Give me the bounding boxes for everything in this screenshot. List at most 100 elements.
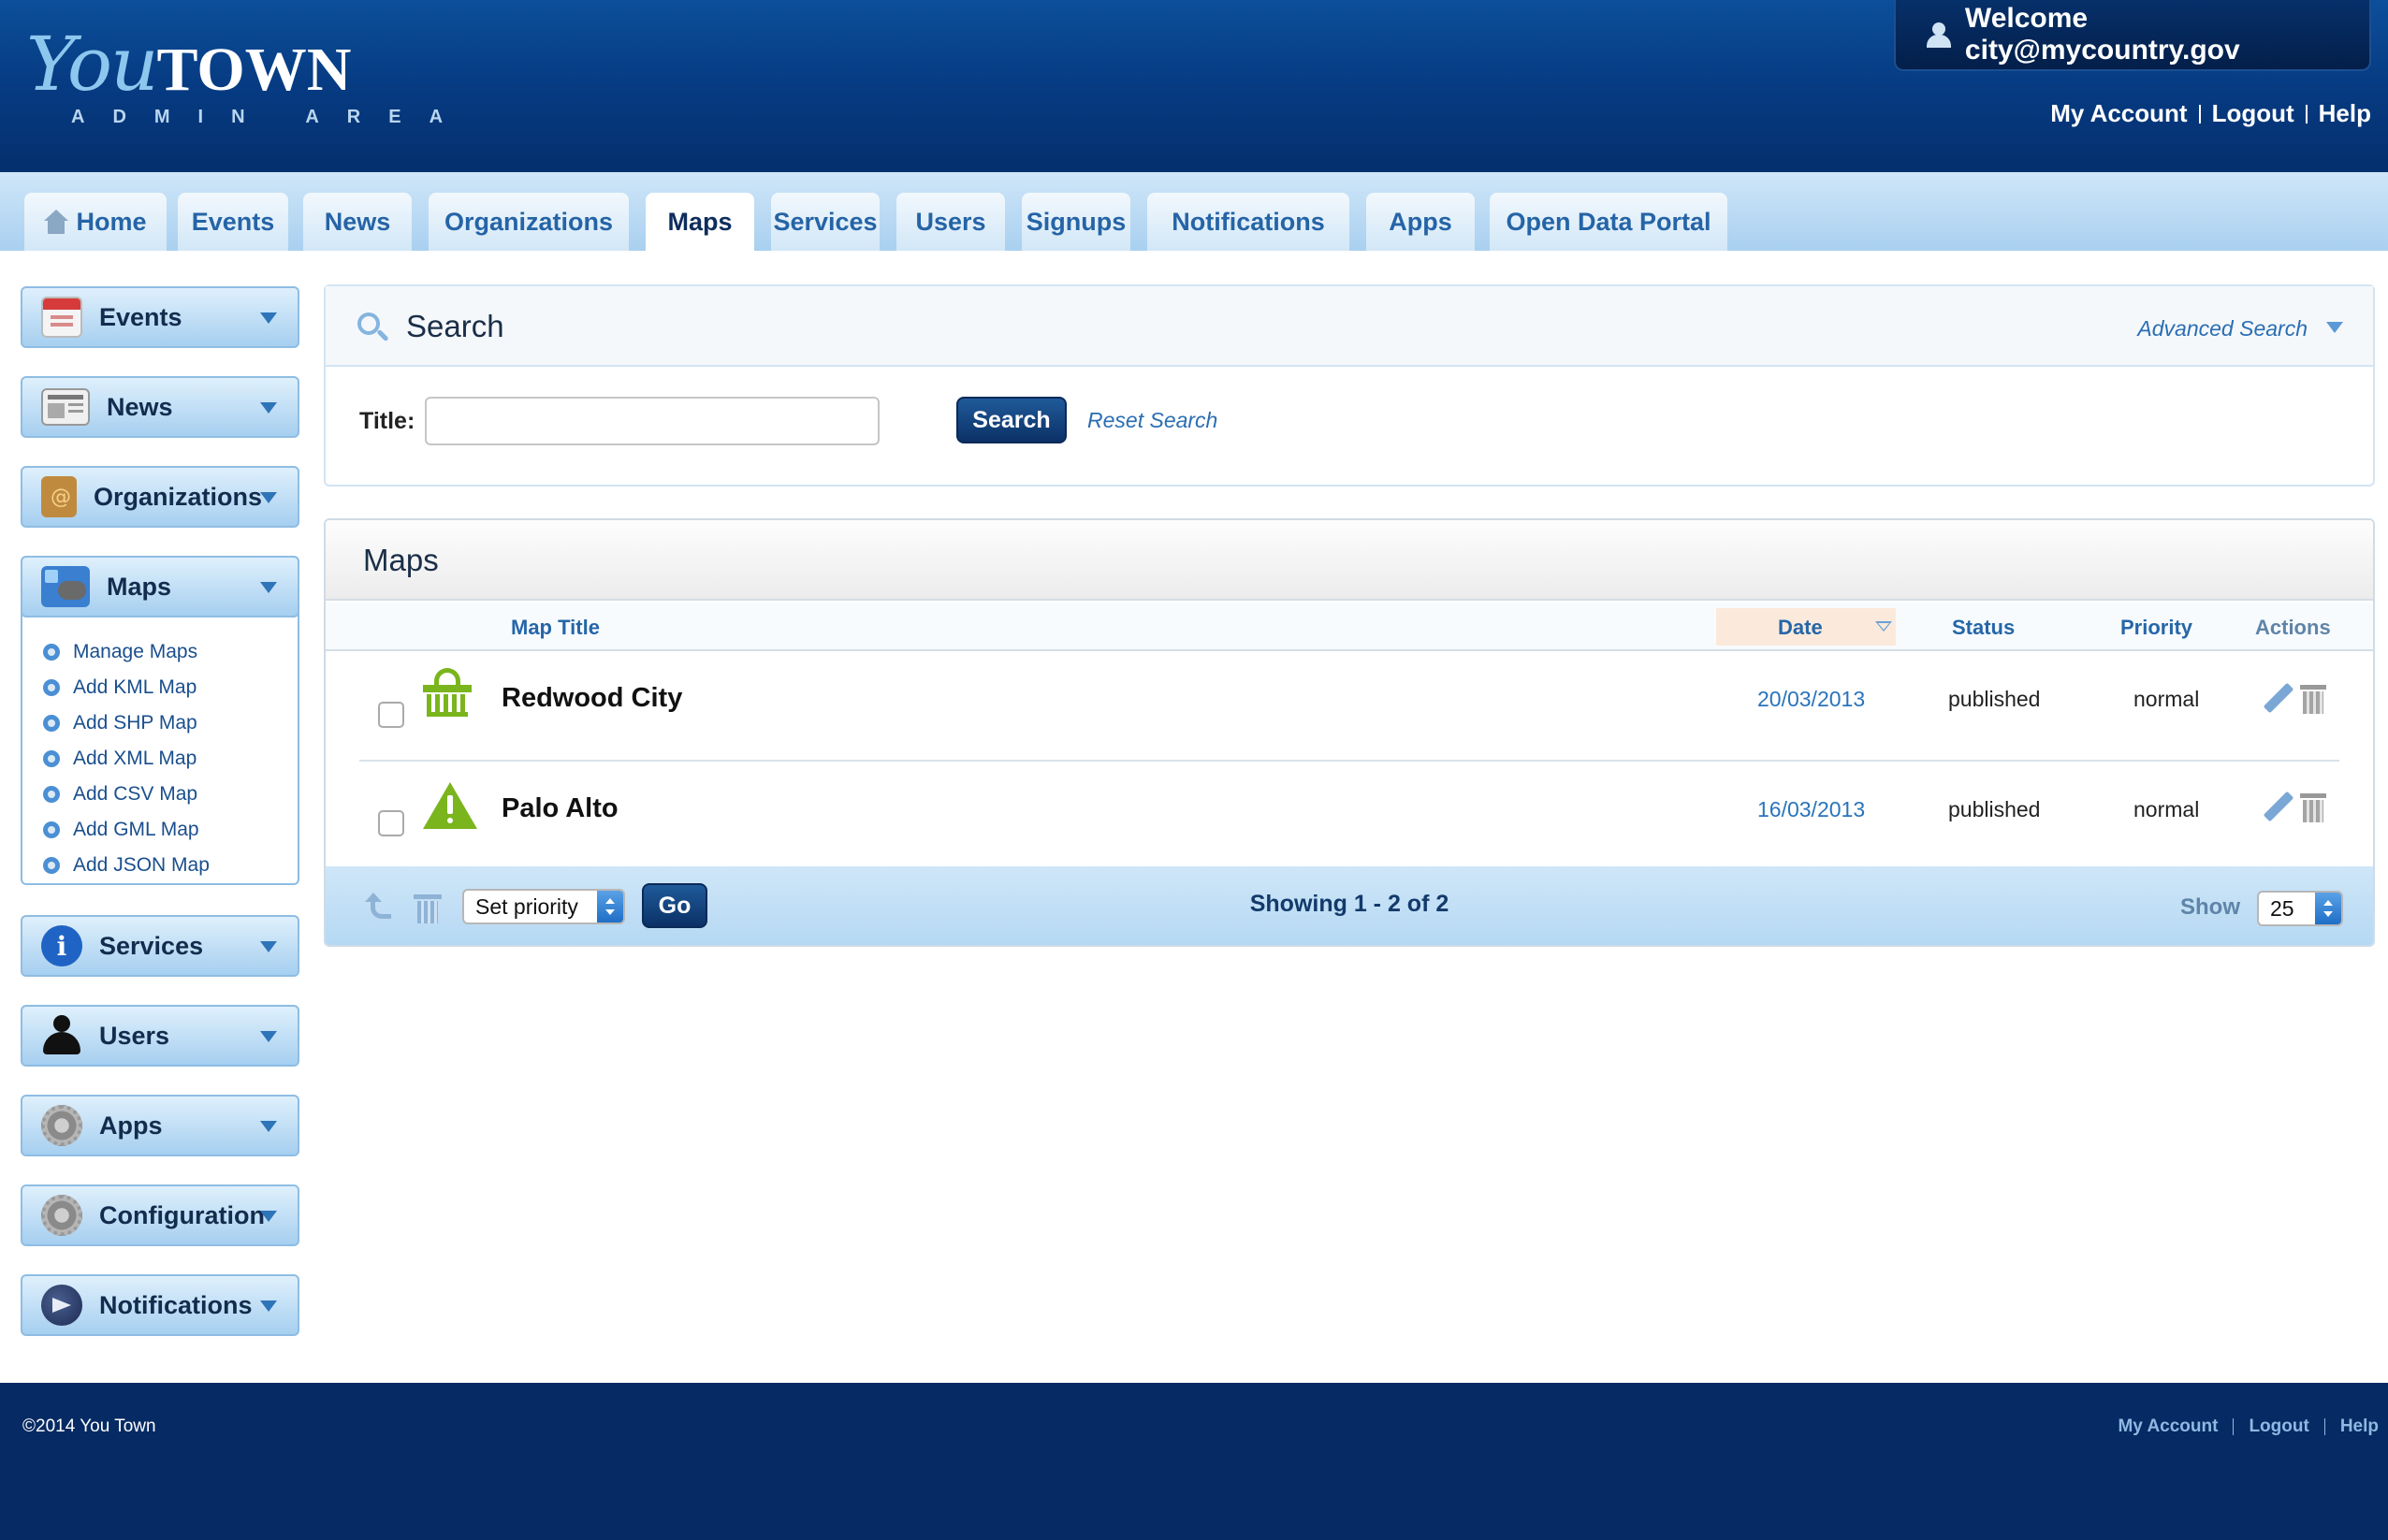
tab-events[interactable]: Events xyxy=(178,193,288,251)
tab-label: Maps xyxy=(667,207,733,236)
add-kml-map-link[interactable]: Add KML Map xyxy=(43,670,210,705)
footer-links: My Account Logout Help xyxy=(2118,1417,2379,1437)
add-json-map-link[interactable]: Add JSON Map xyxy=(43,848,210,883)
manage-maps-link[interactable]: Manage Maps xyxy=(43,634,210,670)
per-page-select[interactable]: 25 xyxy=(2257,891,2343,926)
user-silhouette-icon xyxy=(41,1015,82,1056)
add-gml-map-link[interactable]: Add GML Map xyxy=(43,812,210,848)
add-xml-map-link[interactable]: Add XML Map xyxy=(43,741,210,777)
sidebar-configuration[interactable]: Configuration xyxy=(21,1184,299,1246)
footer-my-account-link[interactable]: My Account xyxy=(2118,1417,2218,1437)
map-priority: normal xyxy=(2133,687,2200,711)
select-stepper-icon xyxy=(2315,893,2341,924)
sort-desc-icon[interactable] xyxy=(1875,621,1892,632)
chevron-down-icon xyxy=(260,402,277,414)
tab-services[interactable]: Services xyxy=(771,193,880,251)
logo-you: You xyxy=(26,21,159,108)
chevron-down-icon xyxy=(260,941,277,952)
row-checkbox[interactable] xyxy=(378,810,404,836)
map-title[interactable]: Redwood City xyxy=(502,683,682,714)
sidebar-label: Notifications xyxy=(99,1290,253,1319)
tab-open-data-portal[interactable]: Open Data Portal xyxy=(1490,193,1727,251)
chevron-down-icon xyxy=(260,1121,277,1132)
sidebar-organizations[interactable]: @ Organizations xyxy=(21,466,299,528)
submenu-label: Add GML Map xyxy=(73,819,199,840)
sidebar-label: Apps xyxy=(99,1111,163,1140)
trash-icon[interactable] xyxy=(2298,683,2328,715)
add-shp-map-link[interactable]: Add SHP Map xyxy=(43,705,210,741)
tab-notifications[interactable]: Notifications xyxy=(1147,193,1349,251)
tab-users[interactable]: Users xyxy=(896,193,1005,251)
sidebar-notifications[interactable]: Notifications xyxy=(21,1274,299,1336)
copyright: ©2014 You Town xyxy=(22,1417,156,1436)
my-account-link[interactable]: My Account xyxy=(2050,99,2187,128)
sidebar-news[interactable]: News xyxy=(21,376,299,438)
edit-pencil-icon[interactable] xyxy=(2261,791,2294,823)
submenu-label: Add CSV Map xyxy=(73,783,198,805)
title-input[interactable] xyxy=(425,397,880,445)
trash-icon[interactable] xyxy=(2298,792,2328,823)
table-row: Palo Alto 16/03/2013 published normal xyxy=(326,763,2373,872)
bullet-icon xyxy=(43,786,60,803)
gear-icon xyxy=(41,1195,82,1236)
logout-link[interactable]: Logout xyxy=(2212,99,2294,128)
chevron-down-icon[interactable] xyxy=(2326,322,2343,333)
tab-label: Services xyxy=(773,207,878,236)
page-footer: ©2014 You Town My Account Logout Help xyxy=(0,1383,2388,1540)
search-header: Search Advanced Search xyxy=(326,286,2373,367)
sidebar-users[interactable]: Users xyxy=(21,1005,299,1067)
maps-list-title: Maps xyxy=(363,543,439,577)
sidebar-label: Services xyxy=(99,931,204,960)
sidebar-events[interactable]: Events xyxy=(21,286,299,348)
column-date[interactable]: Date xyxy=(1778,616,1823,640)
address-book-icon: @ xyxy=(41,476,77,517)
sidebar-label: Organizations xyxy=(94,482,263,511)
tab-home[interactable]: Home xyxy=(24,193,167,251)
tab-signups[interactable]: Signups xyxy=(1022,193,1130,251)
bullet-icon xyxy=(43,750,60,767)
sidebar-maps[interactable]: Maps xyxy=(21,556,299,617)
map-status: published xyxy=(1948,687,2041,711)
basket-icon xyxy=(423,668,472,717)
tab-apps[interactable]: Apps xyxy=(1366,193,1475,251)
newspaper-icon xyxy=(41,388,90,426)
submenu-label: Add KML Map xyxy=(73,676,197,698)
info-icon: i xyxy=(41,925,82,966)
warning-icon xyxy=(423,782,477,829)
help-link[interactable]: Help xyxy=(2319,99,2371,128)
row-checkbox[interactable] xyxy=(378,702,404,728)
reset-search-link[interactable]: Reset Search xyxy=(1087,408,1217,433)
sidebar-apps[interactable]: Apps xyxy=(21,1095,299,1156)
tab-label: Organizations xyxy=(444,207,614,236)
search-button[interactable]: Search xyxy=(956,397,1067,443)
divider xyxy=(2305,104,2308,123)
column-map-title[interactable]: Map Title xyxy=(511,616,600,640)
tab-news[interactable]: News xyxy=(303,193,412,251)
sidebar-label: Configuration xyxy=(99,1200,265,1229)
maps-submenu: Manage Maps Add KML Map Add SHP Map Add … xyxy=(43,634,210,883)
column-priority[interactable]: Priority xyxy=(2120,616,2192,640)
sidebar-services[interactable]: i Services xyxy=(21,915,299,977)
sidebar-label: Maps xyxy=(107,572,172,601)
maps-list-header: Maps xyxy=(326,520,2373,601)
add-csv-map-link[interactable]: Add CSV Map xyxy=(43,777,210,812)
edit-pencil-icon[interactable] xyxy=(2261,682,2294,715)
tab-maps[interactable]: Maps xyxy=(646,193,754,251)
advanced-search-link[interactable]: Advanced Search xyxy=(2137,316,2308,341)
select-value: 25 xyxy=(2270,895,2294,921)
logo[interactable]: YouTOWN ADMIN AREA xyxy=(26,21,443,127)
footer-logout-link[interactable]: Logout xyxy=(2249,1417,2308,1437)
sidebar-maps-panel: Maps Manage Maps Add KML Map Add SHP Map… xyxy=(21,556,299,885)
maps-list-panel: Maps Map Title Date Status Priority Acti… xyxy=(324,518,2375,947)
footer-help-link[interactable]: Help xyxy=(2340,1417,2379,1437)
submenu-label: Add SHP Map xyxy=(73,712,197,734)
bullet-icon xyxy=(43,679,60,696)
welcome-text: Welcome city@mycountry.gov xyxy=(1964,3,2240,65)
map-icon xyxy=(41,566,90,607)
tab-organizations[interactable]: Organizations xyxy=(429,193,629,251)
table-row: Redwood City 20/03/2013 published normal xyxy=(326,653,2373,762)
chevron-down-icon xyxy=(260,1211,277,1222)
header: YouTOWN ADMIN AREA Welcome city@mycountr… xyxy=(0,0,2388,172)
map-title[interactable]: Palo Alto xyxy=(502,793,619,824)
column-status[interactable]: Status xyxy=(1952,616,2015,640)
